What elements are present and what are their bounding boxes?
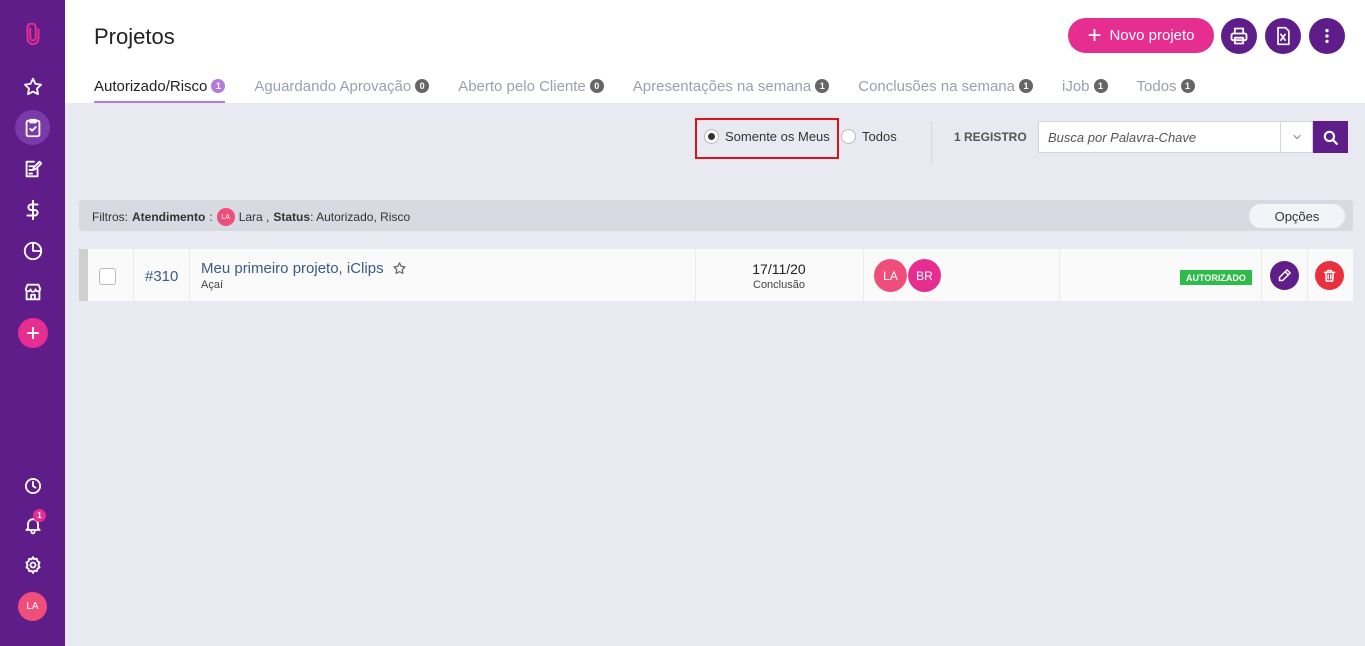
search-icon bbox=[1323, 130, 1338, 145]
active-filters-text: Filtros: Atendimento: LA Lara , Status: … bbox=[92, 208, 411, 226]
radio-all[interactable]: Todos bbox=[841, 129, 897, 144]
user-avatar[interactable]: LA bbox=[18, 592, 47, 621]
chevron-down-icon[interactable] bbox=[1280, 122, 1312, 152]
avatar[interactable]: LA bbox=[874, 259, 907, 292]
radio-mine[interactable]: Somente os Meus bbox=[704, 129, 830, 144]
avatar[interactable]: BR bbox=[908, 259, 941, 292]
tab-count-badge: 0 bbox=[589, 79, 604, 93]
tab-bar: Autorizado/Risco 1 Aguardando Aprovação … bbox=[94, 76, 1224, 103]
search-box bbox=[1038, 121, 1313, 153]
tab-aguardando-aprovacao[interactable]: Aguardando Aprovação 0 bbox=[254, 76, 430, 96]
more-options-button[interactable] bbox=[1309, 18, 1345, 54]
clipboard-check-icon[interactable] bbox=[15, 110, 50, 145]
clock-icon[interactable] bbox=[15, 468, 50, 503]
filter-atendimento-value: Lara , bbox=[238, 210, 270, 224]
row-checkbox[interactable] bbox=[99, 268, 116, 285]
tab-count-badge: 0 bbox=[415, 79, 430, 93]
radio-mine-label: Somente os Meus bbox=[725, 129, 830, 144]
filter-atendimento-label: Atendimento bbox=[132, 210, 206, 224]
notification-count-badge: 1 bbox=[33, 509, 46, 522]
new-project-button[interactable]: + Novo projeto bbox=[1068, 18, 1214, 53]
pie-chart-icon[interactable] bbox=[15, 233, 50, 268]
delete-button[interactable] bbox=[1315, 261, 1344, 290]
avatar: LA bbox=[216, 208, 235, 226]
project-date-label: Conclusão bbox=[753, 279, 805, 291]
page-header: Projetos + Novo projeto Autorizado/Risco… bbox=[65, 0, 1365, 103]
gear-icon[interactable] bbox=[15, 547, 50, 582]
project-date: 17/11/20 bbox=[752, 261, 806, 277]
print-button[interactable] bbox=[1221, 18, 1257, 54]
record-count: 1 REGISTRO bbox=[954, 130, 1027, 144]
radio-all-label: Todos bbox=[862, 129, 897, 144]
tab-label: Apresentações na semana bbox=[632, 77, 812, 95]
edit-button[interactable] bbox=[1270, 261, 1299, 290]
cell-divider bbox=[189, 249, 190, 301]
tab-aberto-pelo-cliente[interactable]: Aberto pelo Cliente 0 bbox=[458, 76, 604, 96]
excel-export-button[interactable] bbox=[1265, 18, 1301, 54]
radio-button-checked[interactable] bbox=[704, 129, 719, 144]
tab-count-badge: 1 bbox=[211, 79, 226, 93]
tab-label: Conclusões na semana bbox=[858, 77, 1015, 95]
store-icon[interactable] bbox=[15, 274, 50, 309]
more-vertical-icon bbox=[1325, 28, 1329, 44]
radio-button[interactable] bbox=[841, 129, 856, 144]
tab-label: Todos bbox=[1136, 77, 1177, 95]
filters-prefix: Filtros: bbox=[92, 210, 128, 224]
print-icon bbox=[1230, 27, 1248, 45]
tab-todos[interactable]: Todos 1 bbox=[1137, 76, 1195, 96]
bell-icon[interactable]: 1 bbox=[15, 507, 50, 542]
options-button[interactable]: Opções bbox=[1249, 204, 1345, 228]
project-client: Açaí bbox=[201, 279, 224, 291]
dollar-icon[interactable] bbox=[15, 192, 50, 227]
tab-count-badge: 1 bbox=[1019, 79, 1033, 93]
favorite-star-icon[interactable] bbox=[392, 261, 407, 276]
tab-label: Autorizado/Risco bbox=[94, 77, 208, 95]
trash-icon bbox=[1323, 269, 1336, 282]
tab-autorizado-risco[interactable]: Autorizado/Risco 1 bbox=[94, 76, 226, 103]
tab-conclusoes-semana[interactable]: Conclusões na semana 1 bbox=[858, 76, 1033, 96]
project-title-link[interactable]: Meu primeiro projeto, iClips bbox=[201, 260, 407, 277]
tab-count-badge: 1 bbox=[1093, 79, 1108, 93]
plus-icon: + bbox=[1087, 21, 1102, 49]
tab-count-badge: 1 bbox=[815, 79, 830, 93]
status-badge: AUTORIZADO bbox=[1180, 270, 1252, 285]
excel-icon bbox=[1277, 26, 1290, 46]
sidebar: 1 LA bbox=[0, 0, 65, 646]
tab-label: iJob bbox=[1062, 77, 1090, 95]
filter-status-value: : Autorizado, Risco bbox=[310, 210, 411, 224]
page-title: Projetos bbox=[94, 24, 175, 49]
project-id[interactable]: #310 bbox=[145, 268, 178, 285]
active-filters-bar: Filtros: Atendimento: LA Lara , Status: … bbox=[79, 200, 1353, 231]
project-title[interactable]: Meu primeiro projeto, iClips bbox=[201, 260, 384, 277]
search-input[interactable] bbox=[1039, 122, 1280, 152]
tab-apresentacoes-semana[interactable]: Apresentações na semana 1 bbox=[632, 76, 830, 96]
logo-icon[interactable] bbox=[15, 16, 50, 51]
new-project-label: Novo projeto bbox=[1109, 27, 1195, 44]
pencil-icon bbox=[1278, 269, 1291, 282]
tab-label: Aberto pelo Cliente bbox=[458, 77, 586, 95]
row-status-bar bbox=[79, 249, 88, 301]
add-icon[interactable] bbox=[18, 318, 48, 348]
tab-label: Aguardando Aprovação bbox=[254, 77, 412, 95]
cell-divider bbox=[695, 249, 696, 301]
table-row[interactable]: #310 Meu primeiro projeto, iClips Açaí 1… bbox=[79, 249, 1353, 301]
divider bbox=[931, 121, 932, 164]
search-button[interactable] bbox=[1313, 121, 1348, 153]
favorites-star-icon[interactable] bbox=[15, 69, 50, 104]
tab-ijob[interactable]: iJob 1 bbox=[1062, 76, 1108, 96]
cell-divider bbox=[863, 249, 864, 301]
cell-divider bbox=[1307, 249, 1308, 301]
tab-count-badge: 1 bbox=[1180, 79, 1195, 93]
edit-note-icon[interactable] bbox=[15, 151, 50, 186]
cell-divider bbox=[133, 249, 134, 301]
filter-status-label: Status bbox=[273, 210, 311, 224]
cell-divider bbox=[1261, 249, 1262, 301]
cell-divider bbox=[1059, 249, 1060, 301]
